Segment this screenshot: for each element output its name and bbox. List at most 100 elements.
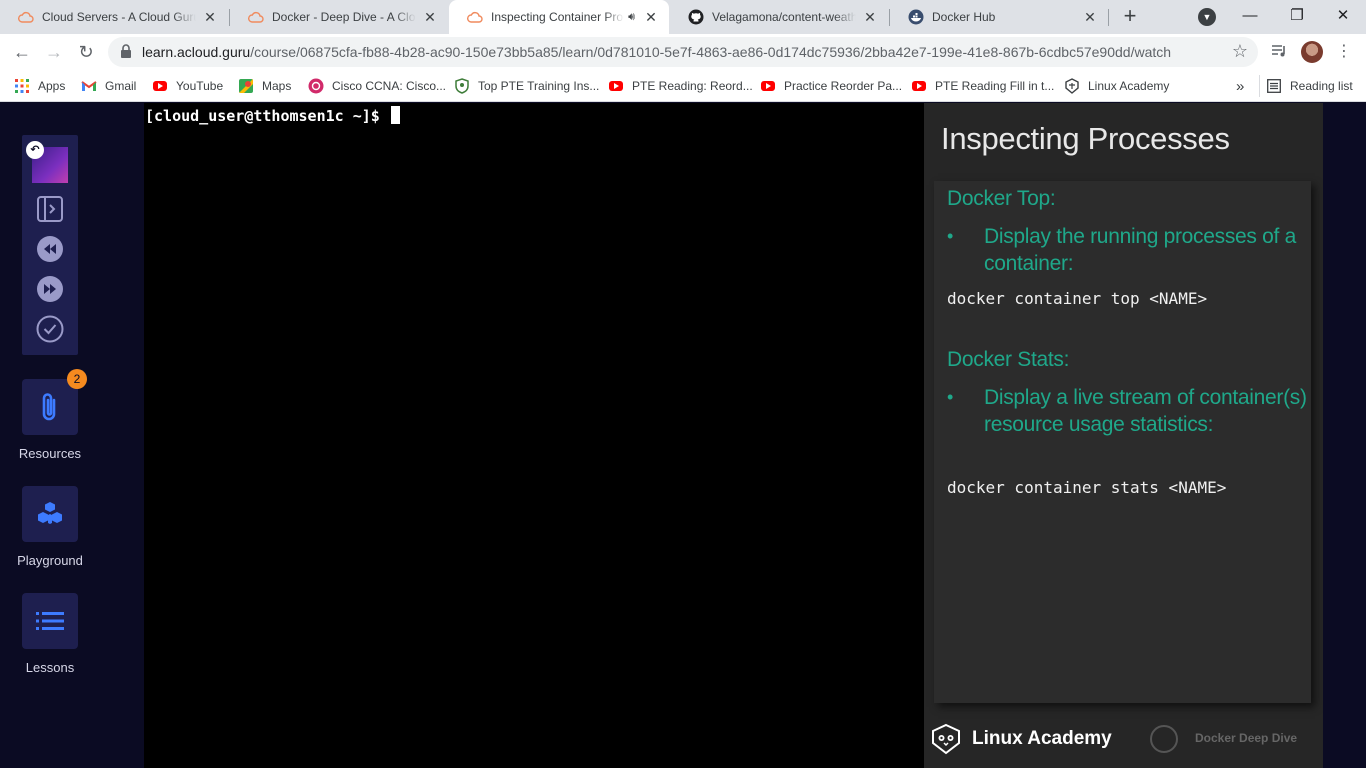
browser-toolbar: ← → ↻ learn.acloud.guru/course/06875cfa-…	[0, 34, 1366, 70]
close-icon[interactable]: ✕	[1082, 9, 1098, 25]
gmail-icon	[81, 78, 97, 94]
tab-title: Inspecting Container Processes	[491, 10, 624, 24]
close-icon[interactable]: ✕	[422, 9, 438, 25]
cubes-icon	[38, 502, 62, 524]
bookmarks-bar: Apps Gmail YouTube Maps Cisco CCNA: Cisc…	[0, 70, 1366, 102]
docker-icon	[908, 9, 924, 25]
youtube-icon	[911, 78, 927, 94]
bookmark-label: Maps	[262, 79, 292, 93]
url-path: /course/06875cfa-fb88-4b28-ac90-150e73bb…	[250, 44, 1172, 60]
back-arrow-icon[interactable]: ←	[10, 40, 34, 64]
profile-avatar[interactable]	[1301, 41, 1323, 63]
lesson-page: ↶ 2 Resources Playground Lessons [cloud_…	[0, 103, 1366, 768]
lessons-label[interactable]: Lessons	[0, 660, 100, 675]
restore-icon[interactable]: ❐	[1277, 4, 1317, 28]
menu-kebab-icon[interactable]: ⋮	[1336, 40, 1352, 64]
docker-deep-dive-label: Docker Deep Dive	[1195, 731, 1298, 745]
window-close-icon[interactable]: ✕	[1323, 4, 1363, 28]
terminal-cursor	[390, 106, 400, 124]
playground-button[interactable]	[22, 486, 78, 542]
sidebar-toggle-icon[interactable]	[36, 195, 64, 223]
forward-arrow-icon[interactable]: →	[42, 40, 66, 64]
tab-github-weather-app[interactable]: Velagamona/content-weather-app ✕	[670, 0, 888, 34]
bookmark-pte-reading-fill[interactable]: PTE Reading Fill in t...	[911, 76, 1054, 96]
cloud-icon	[467, 9, 483, 25]
resources-label[interactable]: Resources	[0, 446, 100, 461]
terminal-prompt: [cloud_user@tthomsen1c ~]$	[145, 106, 400, 125]
docker-stats-heading: Docker Stats:	[947, 348, 1070, 371]
bookmark-gmail[interactable]: Gmail	[81, 76, 136, 96]
cloud-icon	[248, 9, 264, 25]
rewind-icon[interactable]	[36, 235, 64, 263]
pte-shield-icon	[454, 78, 470, 94]
bookmark-label: Linux Academy	[1088, 79, 1170, 93]
youtube-icon	[608, 78, 624, 94]
slide-content-panel: Docker Top: • Display the running proces…	[934, 181, 1311, 703]
close-icon[interactable]: ✕	[862, 9, 878, 25]
youtube-icon	[760, 78, 776, 94]
linux-academy-icon	[1064, 78, 1080, 94]
course-thumbnail[interactable]: ↶	[26, 141, 68, 183]
bookmark-pte-reading-reorder[interactable]: PTE Reading: Reord...	[608, 76, 753, 96]
url-text[interactable]: learn.acloud.guru/course/06875cfa-fb88-4…	[142, 44, 1171, 60]
tab-inspecting-container-processes[interactable]: Inspecting Container Processes 🔊︎ ✕	[449, 0, 669, 34]
bullet-dot-icon: •	[947, 387, 954, 407]
slide-title: Inspecting Processes	[941, 121, 1230, 156]
apps-grid-icon	[14, 78, 30, 94]
docker-top-command: docker container top <NAME>	[947, 289, 1208, 308]
more-bookmarks-chevron-icon[interactable]: »	[1236, 76, 1244, 96]
bookmark-youtube[interactable]: YouTube	[152, 76, 223, 96]
back-arrow-icon[interactable]: ↶	[26, 141, 44, 159]
left-navigation: ↶ 2 Resources Playground Lessons	[0, 103, 144, 768]
bookmark-maps[interactable]: Maps	[238, 76, 291, 96]
mark-complete-check-icon[interactable]	[36, 315, 64, 343]
cloud-icon	[18, 9, 34, 25]
right-margin	[1323, 103, 1366, 768]
bookmark-cisco-ccna[interactable]: Cisco CCNA: Cisco...	[308, 76, 446, 96]
prompt-text: [cloud_user@tthomsen1c ~]$	[145, 107, 380, 125]
resources-button[interactable]	[22, 379, 78, 435]
minimize-icon[interactable]: —	[1230, 4, 1270, 28]
tab-docker-hub[interactable]: Docker Hub ✕	[890, 0, 1108, 34]
paperclip-icon	[42, 393, 56, 421]
reading-list-button[interactable]: Reading list	[1266, 76, 1353, 96]
tab-title: Docker - Deep Dive - A Cloud Guru	[272, 10, 416, 24]
docker-top-heading: Docker Top:	[947, 187, 1056, 210]
tab-search-chevron-icon[interactable]: ▼	[1198, 8, 1216, 26]
tab-cloud-servers[interactable]: Cloud Servers - A Cloud Guru ✕	[0, 0, 228, 34]
bookmark-label: PTE Reading: Reord...	[632, 79, 753, 93]
speaker-icon[interactable]: 🔊︎	[628, 11, 635, 24]
lessons-button[interactable]	[22, 593, 78, 649]
bullet-text: Display the running processes of a conta…	[984, 225, 1296, 275]
bookmark-label: Top PTE Training Ins...	[478, 79, 600, 93]
bookmark-label: Cisco CCNA: Cisco...	[332, 79, 447, 93]
bookmark-label: Practice Reorder Pa...	[784, 79, 903, 93]
tab-docker-deep-dive[interactable]: Docker - Deep Dive - A Cloud Guru ✕	[230, 0, 448, 34]
reading-list-icon	[1266, 78, 1282, 94]
bookmark-star-icon[interactable]: ☆	[1232, 41, 1248, 62]
reload-icon[interactable]: ↻	[74, 40, 98, 64]
bookmark-linux-academy[interactable]: Linux Academy	[1064, 76, 1169, 96]
bookmark-label: PTE Reading Fill in t...	[935, 79, 1055, 93]
bookmark-top-pte-training[interactable]: Top PTE Training Ins...	[454, 76, 599, 96]
close-icon[interactable]: ✕	[202, 9, 218, 25]
linux-academy-brand: Linux Academy	[972, 728, 1112, 749]
bookmark-label: Apps	[38, 79, 66, 93]
terminal-video-area[interactable]: [cloud_user@tthomsen1c ~]$	[144, 103, 924, 768]
bookmark-apps[interactable]: Apps	[14, 76, 65, 96]
docker-stats-command: docker container stats <NAME>	[947, 478, 1227, 497]
youtube-icon	[152, 78, 168, 94]
url-host: learn.acloud.guru	[142, 44, 251, 60]
fast-forward-icon[interactable]	[36, 275, 64, 303]
new-tab-plus-icon[interactable]: +	[1117, 4, 1143, 30]
media-control-icon[interactable]	[1270, 42, 1288, 60]
slide-footer: Linux Academy Docker Deep Dive	[924, 715, 1323, 768]
linux-academy-owl-icon	[932, 723, 960, 755]
bookmark-practice-reorder[interactable]: Practice Reorder Pa...	[760, 76, 902, 96]
lock-icon[interactable]	[120, 44, 132, 58]
playground-label[interactable]: Playground	[0, 553, 100, 568]
lesson-slide: Inspecting Processes Docker Top: • Displ…	[924, 103, 1323, 768]
address-bar[interactable]: learn.acloud.guru/course/06875cfa-fb88-4…	[108, 37, 1258, 67]
browser-tab-strip: Cloud Servers - A Cloud Guru ✕ Docker - …	[0, 0, 1366, 34]
close-icon[interactable]: ✕	[643, 9, 659, 25]
